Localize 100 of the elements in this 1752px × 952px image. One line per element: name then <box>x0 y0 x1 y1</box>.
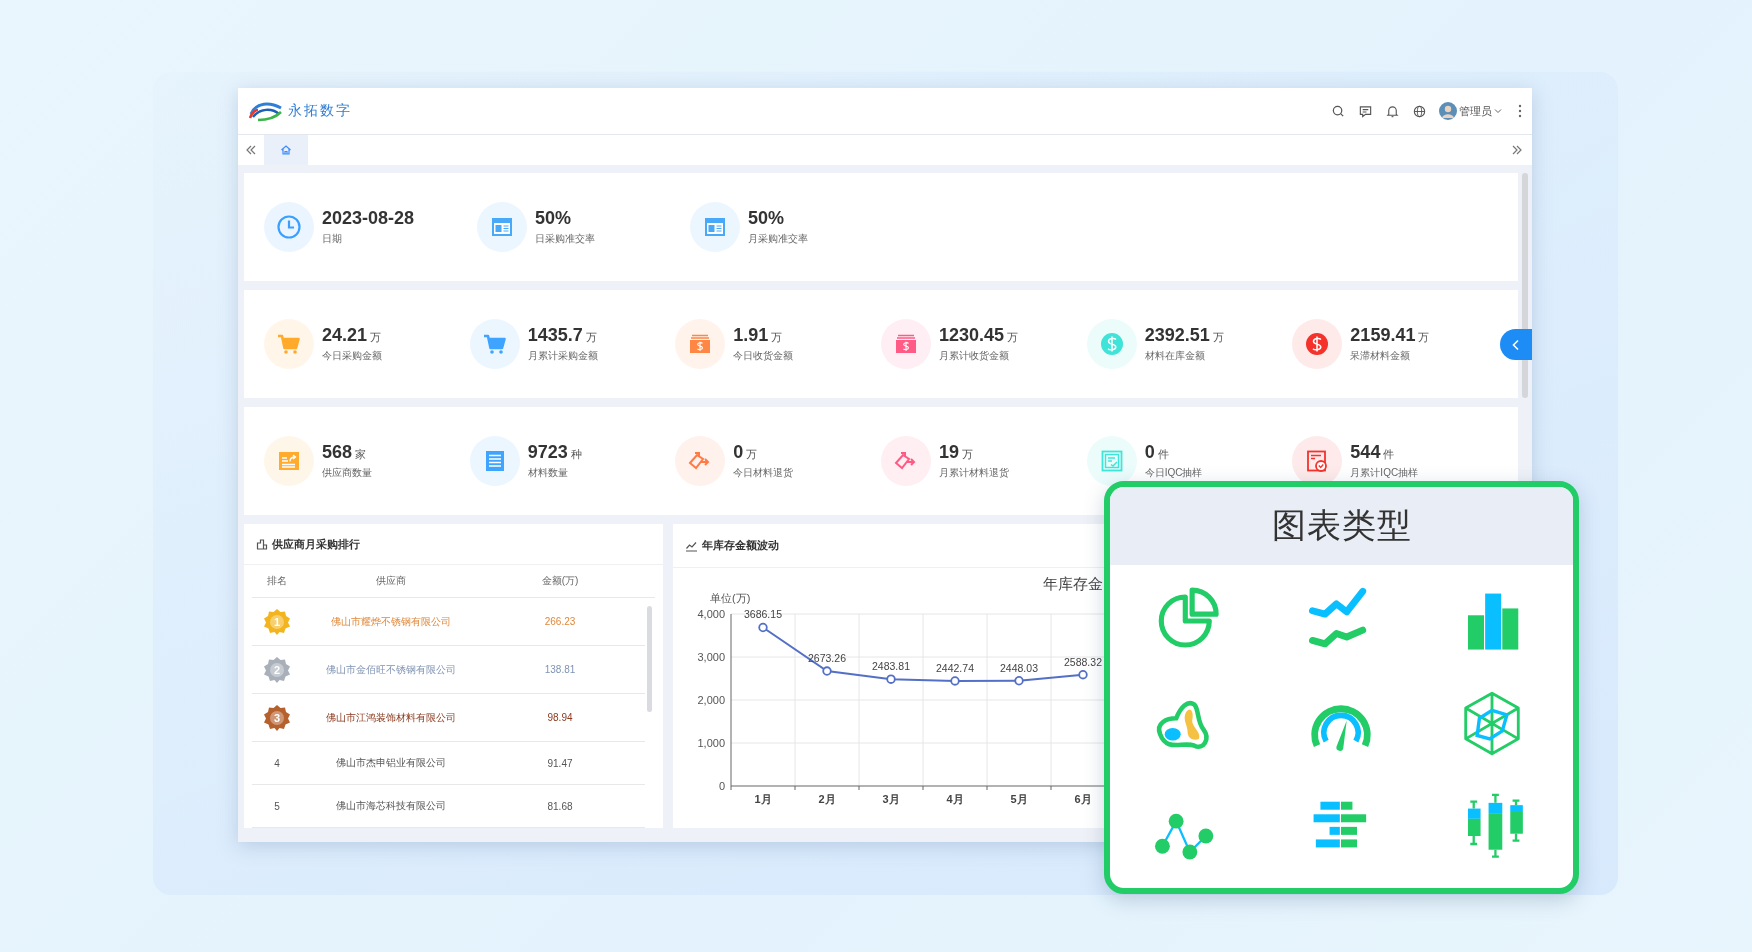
stat-label: 今日材料退货 <box>733 466 794 480</box>
stat-unit: 万 <box>962 447 974 462</box>
stat-unit: 万 <box>746 447 758 462</box>
stat-unit: 万 <box>1007 330 1019 345</box>
stat-value: 9723 <box>527 442 568 463</box>
stat-value: 2023-08-28 <box>322 208 415 229</box>
chevron-left-icon <box>1511 338 1521 351</box>
data-label: 2448.03 <box>1000 661 1038 674</box>
window-icon <box>477 202 527 252</box>
supplier-name: 佛山市杰申铝业有限公司 <box>335 756 447 770</box>
stat-unit: 件 <box>1157 447 1169 462</box>
stat-value: 1435.7 <box>527 325 583 346</box>
stat-label: 呆滞材料金额 <box>1350 349 1412 363</box>
stat-value: 50% <box>748 208 785 229</box>
data-point <box>758 622 768 633</box>
clock-icon <box>264 202 314 252</box>
stat-label: 月累计采购金额 <box>527 349 598 363</box>
bell-icon[interactable] <box>1385 103 1400 119</box>
stat-label: 日采购准交率 <box>535 232 595 246</box>
panel-title: 图表类型 <box>1271 505 1412 546</box>
data-label: 3686.15 <box>744 608 782 621</box>
chart-title: 年库存金 <box>1043 575 1103 592</box>
user-menu[interactable]: 管理员 <box>1439 102 1502 120</box>
stat-value: 50% <box>535 208 572 229</box>
amount-cell-text: 91.47 <box>546 757 574 769</box>
stat-label: 供应商数量 <box>322 466 372 480</box>
stat-value: 1.91 <box>733 325 769 346</box>
stat-label: 今日采购金额 <box>322 349 382 363</box>
column-header: 金额(万) <box>540 574 580 588</box>
amount-cell-text: 81.68 <box>546 800 574 812</box>
tick-label: 5月 <box>1010 793 1028 805</box>
amount-cell-text: 266.23 <box>543 616 577 627</box>
stat-label: 月累计收货金额 <box>939 349 1010 363</box>
tick-label: 2月 <box>818 793 836 805</box>
stat-label: 月累计材料退货 <box>939 466 1009 480</box>
stat-label: 材料数量 <box>527 466 569 480</box>
amount-cell-text: 98.94 <box>546 712 574 723</box>
brand-name: 永拓数字 <box>288 102 352 120</box>
supplier-name: 佛山市耀烨不锈钢有限公司 <box>330 614 452 629</box>
tick-label: 3,000 <box>697 651 725 663</box>
tick-label: 6月 <box>1074 793 1092 805</box>
supplier-name: 佛山市金佰旺不锈钢有限公司 <box>325 662 457 677</box>
tick-label: 0 <box>718 780 725 792</box>
cash-stack-icon <box>881 319 931 369</box>
stat-value: 0 <box>733 442 744 463</box>
stat-value: 2159.41 <box>1350 325 1416 346</box>
search-icon[interactable] <box>1331 103 1346 119</box>
medal-icon: 1 <box>263 607 291 636</box>
tick-label: 4月 <box>946 793 964 805</box>
window-icon <box>690 202 740 252</box>
stat-label: 月累计IQC抽样 <box>1350 466 1419 480</box>
collapse-tab[interactable] <box>1500 329 1532 360</box>
data-label: 2673.26 <box>808 652 846 665</box>
stat-value: 544 <box>1350 442 1381 463</box>
stat-unit: 家 <box>355 447 367 462</box>
stat-value: 0 <box>1144 442 1155 463</box>
panel-title: 供应商月采购排行 <box>272 536 360 552</box>
column-header: 排名 <box>266 574 288 588</box>
stat-value: 1230.45 <box>939 325 1005 346</box>
message-icon[interactable] <box>1358 103 1373 119</box>
data-label: 2483.81 <box>872 660 910 673</box>
double-chevron-right-icon[interactable] <box>1510 143 1524 157</box>
globe-icon[interactable] <box>1412 103 1427 119</box>
data-point <box>886 674 896 684</box>
list-icon <box>469 436 520 486</box>
more-icon[interactable] <box>1518 104 1522 118</box>
dollar-coin-icon <box>1292 319 1343 369</box>
stat-unit: 件 <box>1383 447 1395 462</box>
tick-label: 1,000 <box>697 737 725 749</box>
scrollbar[interactable] <box>647 606 652 712</box>
data-label: 2588.32 <box>1064 655 1102 668</box>
line-chart-icon <box>685 539 698 552</box>
panel-title: 年库存金额波动 <box>702 538 779 553</box>
stat-unit: 种 <box>570 447 582 462</box>
double-chevron-left-icon[interactable] <box>244 143 258 157</box>
chevron-down-icon <box>1494 107 1502 115</box>
data-point <box>1078 670 1088 680</box>
amount-cell-text: 138.81 <box>543 664 577 675</box>
dollar-coin-icon <box>1086 319 1137 369</box>
tick-label: 2,000 <box>697 694 725 706</box>
ranking-icon <box>256 538 268 550</box>
avatar-icon <box>1439 102 1457 120</box>
rank-number: 4 <box>274 757 280 769</box>
logo-icon <box>248 100 284 122</box>
stat-unit: 万 <box>585 330 597 345</box>
tick-label: 4,000 <box>697 608 725 620</box>
checked-document-icon <box>1086 436 1137 486</box>
data-point <box>822 666 832 676</box>
medal-icon: 2 <box>263 655 291 684</box>
column-header: 供应商 <box>375 574 407 588</box>
rank-number: 5 <box>274 800 280 812</box>
stat-value: 2392.51 <box>1144 325 1210 346</box>
stat-unit: 万 <box>1418 330 1430 345</box>
data-point <box>950 676 960 686</box>
stat-unit: 万 <box>771 330 783 345</box>
medal-icon: 3 <box>263 703 291 732</box>
cart-icon <box>264 319 314 369</box>
stat-value: 568 <box>322 442 353 463</box>
stat-label: 今日IQC抽样 <box>1144 466 1203 480</box>
home-tab[interactable] <box>264 135 308 165</box>
